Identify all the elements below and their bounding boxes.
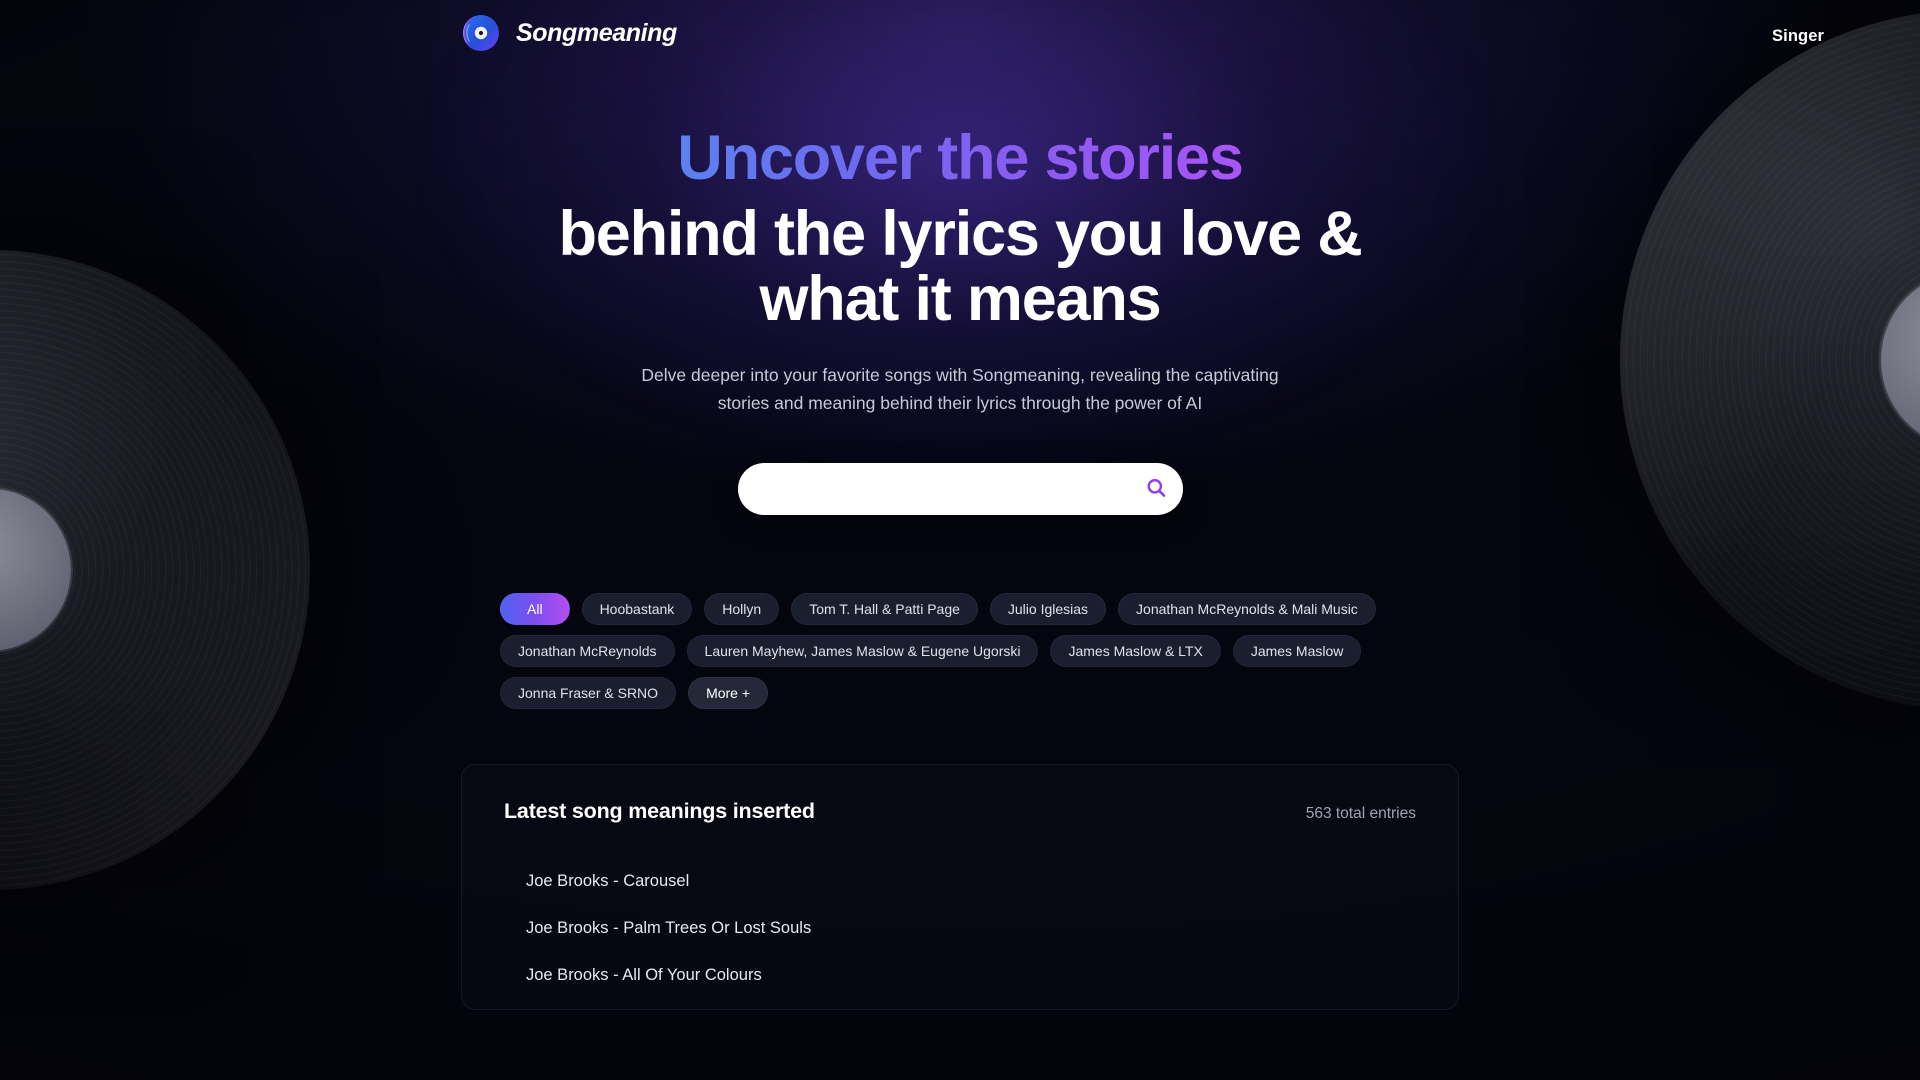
search-input[interactable] xyxy=(761,480,1135,499)
search-button[interactable] xyxy=(1135,468,1177,510)
search-section xyxy=(0,463,1920,516)
list-item[interactable]: Joe Brooks - All Of Your Colours xyxy=(504,952,1416,999)
list-item[interactable]: Joe Brooks - Palm Trees Or Lost Souls xyxy=(504,905,1416,952)
total-entries-label: 563 total entries xyxy=(1305,805,1416,823)
search-icon xyxy=(1145,477,1167,502)
hero-subtitle: Delve deeper into your favorite songs wi… xyxy=(641,364,1279,414)
song-list: Joe Brooks - Carousel Joe Brooks - Palm … xyxy=(504,858,1416,999)
main-navigation: Singer xyxy=(1772,27,1824,46)
filter-tag-jonathan-mcreynolds[interactable]: Jonathan McReynolds xyxy=(500,635,675,668)
hero-title-gradient: Uncover the stories xyxy=(677,123,1244,193)
hero-title-rest: behind the lyrics you love & what it mea… xyxy=(558,199,1362,334)
filter-tag-julio-iglesias[interactable]: Julio Iglesias xyxy=(989,593,1107,626)
hero-section: Uncover the stories behind the lyrics yo… xyxy=(0,72,1920,516)
page-root: Songmeaning Singer Uncover the stories b… xyxy=(0,0,1920,1080)
filter-tag-all[interactable]: All xyxy=(500,593,570,626)
site-header: Songmeaning Singer xyxy=(0,0,1920,72)
list-item[interactable]: Joe Brooks - Carousel xyxy=(504,858,1416,905)
filter-tag-hoobastank[interactable]: Hoobastank xyxy=(581,593,693,626)
brand-logo[interactable]: Songmeaning xyxy=(460,12,677,54)
nav-item-singer[interactable]: Singer xyxy=(1772,27,1824,46)
page-title: Uncover the stories behind the lyrics yo… xyxy=(520,126,1400,331)
filter-tag-james-maslow-ltx[interactable]: James Maslow & LTX xyxy=(1050,635,1221,668)
show-more-tags-button[interactable]: More + xyxy=(688,677,769,710)
filter-tag-tom-t-hall-patti-page[interactable]: Tom T. Hall & Patti Page xyxy=(791,593,978,626)
latest-songs-header: Latest song meanings inserted 563 total … xyxy=(504,799,1416,824)
filter-tag-jonathan-mcreynolds-mali-music[interactable]: Jonathan McReynolds & Mali Music xyxy=(1118,593,1376,626)
filter-tag-james-maslow[interactable]: James Maslow xyxy=(1232,635,1362,668)
filter-tag-hollyn[interactable]: Hollyn xyxy=(704,593,780,626)
brand-name: Songmeaning xyxy=(516,18,677,47)
latest-songs-card: Latest song meanings inserted 563 total … xyxy=(461,764,1459,1011)
filter-tag-jonna-fraser-srno[interactable]: Jonna Fraser & SRNO xyxy=(500,677,677,710)
latest-songs-title: Latest song meanings inserted xyxy=(504,799,815,824)
artist-filter-tags: All Hoobastank Hollyn Tom T. Hall & Patt… xyxy=(500,593,1420,710)
search-box[interactable] xyxy=(737,463,1183,516)
filter-tag-lauren-mayhew-james-maslow-eugene-ugorski[interactable]: Lauren Mayhew, James Maslow & Eugene Ugo… xyxy=(686,635,1039,668)
vinyl-record-icon xyxy=(460,12,502,54)
